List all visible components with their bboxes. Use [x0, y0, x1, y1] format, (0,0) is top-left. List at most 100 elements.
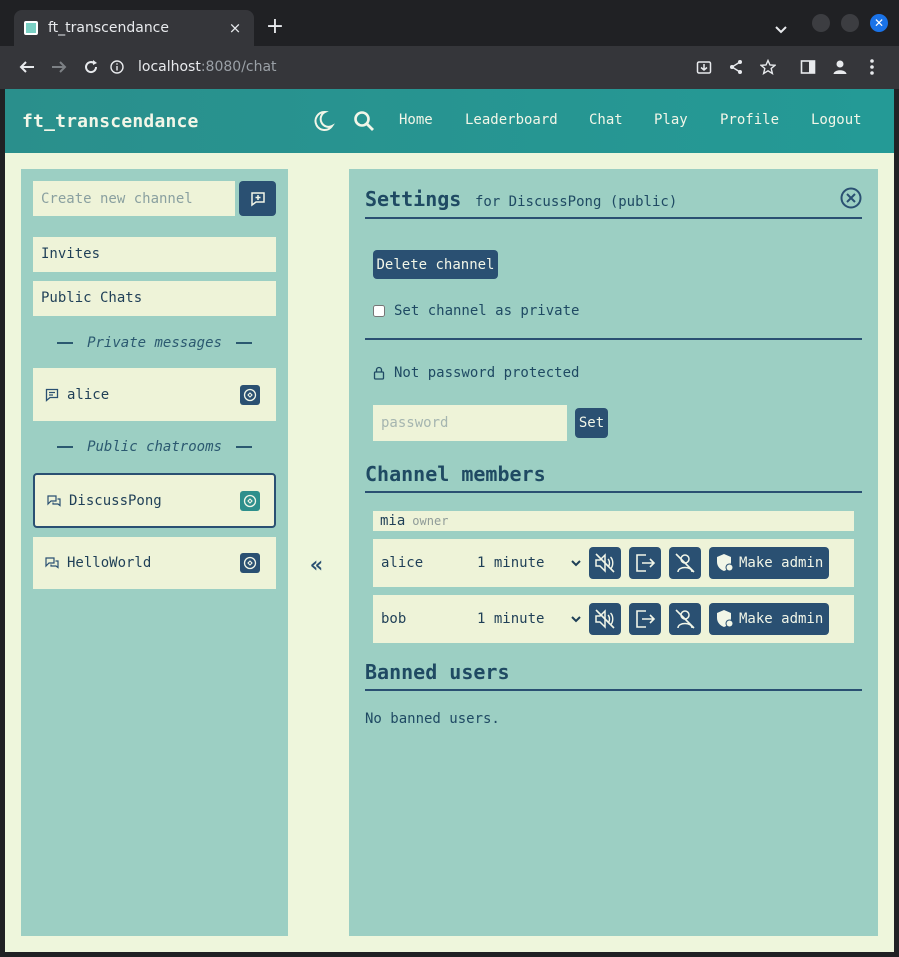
site-info-icon[interactable] [110, 60, 124, 74]
set-private-label: Set channel as private [394, 303, 580, 319]
back-arrow-icon[interactable] [17, 57, 37, 77]
nav-link-home[interactable]: Home [399, 112, 433, 128]
create-channel-button[interactable] [239, 181, 276, 216]
owner-role: owner [412, 514, 449, 528]
public-chatroom-item[interactable]: HelloWorld [33, 537, 276, 589]
chatroom-name: HelloWorld [67, 555, 152, 571]
nav-link-chat[interactable]: Chat [589, 112, 623, 128]
close-window-button[interactable]: ✕ [870, 14, 888, 32]
kick-button[interactable] [629, 547, 661, 579]
private-chat-item[interactable]: alice [33, 368, 276, 421]
sidebar-item-public-chats[interactable]: Public Chats [33, 281, 276, 316]
kick-exit-icon [636, 554, 656, 572]
chat-settings-button[interactable] [240, 384, 260, 405]
settings-subtitle: for DiscussPong (public) [474, 194, 678, 210]
kick-button[interactable] [629, 603, 661, 635]
owner-row: mia owner [373, 511, 854, 531]
banned-users-heading: Banned users [365, 660, 862, 691]
collapse-sidebar-button[interactable]: « [310, 553, 323, 578]
nav-link-play[interactable]: Play [654, 112, 688, 128]
browser-menu-icon[interactable] [862, 57, 882, 77]
mute-button[interactable] [589, 547, 621, 579]
ban-user-icon [675, 609, 695, 629]
chevron-down-icon [571, 559, 581, 566]
public-chatrooms-heading: Public chatrooms [33, 439, 276, 455]
minimize-button[interactable] [812, 14, 830, 32]
make-admin-label: Make admin [739, 611, 824, 627]
mute-duration-value: 1 minute [477, 555, 545, 571]
chevron-down-icon [571, 615, 581, 622]
mute-duration-select[interactable]: 1 minute [477, 611, 589, 627]
password-status-text: Not password protected [394, 365, 580, 381]
channel-members-heading: Channel members [365, 462, 862, 493]
volume-mute-icon [595, 553, 615, 573]
side-panel-icon[interactable] [798, 57, 818, 77]
member-row: alice 1 minute Make admin [373, 539, 854, 587]
lock-icon [373, 366, 385, 380]
channel-sidebar: Invites Public Chats Private messages al… [21, 169, 288, 936]
tab-title: ft_transcendance [48, 20, 169, 36]
browser-tab[interactable]: ft_transcendance × [14, 10, 254, 46]
bookmark-star-icon[interactable] [758, 57, 778, 77]
ban-button[interactable] [669, 603, 701, 635]
set-private-row[interactable]: Set channel as private [373, 303, 579, 319]
admin-shield-icon [717, 610, 734, 628]
delete-channel-button[interactable]: Delete channel [373, 250, 498, 279]
reload-icon[interactable] [81, 57, 101, 77]
make-admin-button[interactable]: Make admin [709, 603, 830, 635]
address-bar[interactable]: localhost:8080/chat [110, 50, 790, 84]
settings-title: Settings [365, 187, 462, 211]
private-messages-heading: Private messages [33, 335, 276, 351]
member-row: bob 1 minute Make admin [373, 595, 854, 643]
tab-close-icon[interactable]: × [226, 19, 244, 37]
password-input[interactable] [373, 405, 567, 441]
nav-link-profile[interactable]: Profile [720, 112, 779, 128]
public-chatroom-item[interactable]: DiscussPong [33, 473, 276, 528]
nav-link-leaderboard[interactable]: Leaderboard [465, 112, 558, 128]
navbar: ft_transcendance Home Leaderboard Chat P… [5, 89, 894, 153]
nav-link-logout[interactable]: Logout [811, 112, 862, 128]
search-icon[interactable] [352, 109, 376, 133]
chatroom-name: DiscussPong [69, 492, 162, 509]
settings-header: Settings for DiscussPong (public) [365, 187, 862, 219]
favicon-icon [24, 21, 38, 35]
maximize-button[interactable] [841, 14, 859, 32]
message-icon [45, 388, 59, 402]
make-admin-label: Make admin [739, 555, 824, 571]
page: ft_transcendance Home Leaderboard Chat P… [5, 89, 894, 952]
dark-mode-moon-icon[interactable] [311, 109, 335, 133]
private-chat-name: alice [67, 386, 110, 403]
mute-button[interactable] [589, 603, 621, 635]
set-password-button[interactable]: Set [575, 408, 608, 438]
ban-user-icon [675, 553, 695, 573]
password-status: Not password protected [373, 365, 579, 381]
kick-exit-icon [636, 610, 656, 628]
mute-duration-select[interactable]: 1 minute [477, 555, 589, 571]
member-name: alice [381, 555, 424, 571]
set-private-checkbox[interactable] [373, 305, 385, 317]
forward-arrow-icon[interactable] [49, 57, 69, 77]
ban-button[interactable] [669, 547, 701, 579]
close-settings-icon[interactable] [840, 187, 862, 209]
settings-circle-icon [243, 494, 257, 507]
volume-mute-icon [595, 609, 615, 629]
chat-settings-button[interactable] [240, 490, 260, 511]
settings-circle-icon [243, 388, 257, 401]
install-app-icon[interactable] [694, 57, 714, 77]
make-admin-button[interactable]: Make admin [709, 547, 830, 579]
tab-search-chevron-icon[interactable] [774, 20, 788, 39]
add-chat-icon [250, 191, 265, 206]
owner-name: mia [380, 513, 406, 529]
new-channel-input[interactable] [33, 181, 235, 216]
chat-settings-button[interactable] [240, 553, 260, 573]
brand-title[interactable]: ft_transcendance [22, 111, 199, 132]
url-text: localhost:8080/chat [138, 59, 277, 75]
browser-tabstrip: ft_transcendance × + ✕ [0, 0, 899, 46]
profile-icon[interactable] [830, 57, 850, 77]
share-icon[interactable] [726, 57, 746, 77]
new-tab-button[interactable]: + [264, 16, 286, 38]
url-path: :8080/chat [200, 59, 277, 75]
sidebar-item-invites[interactable]: Invites [33, 237, 276, 272]
channel-settings-panel: Settings for DiscussPong (public) Delete… [349, 169, 878, 936]
admin-shield-icon [717, 554, 734, 572]
